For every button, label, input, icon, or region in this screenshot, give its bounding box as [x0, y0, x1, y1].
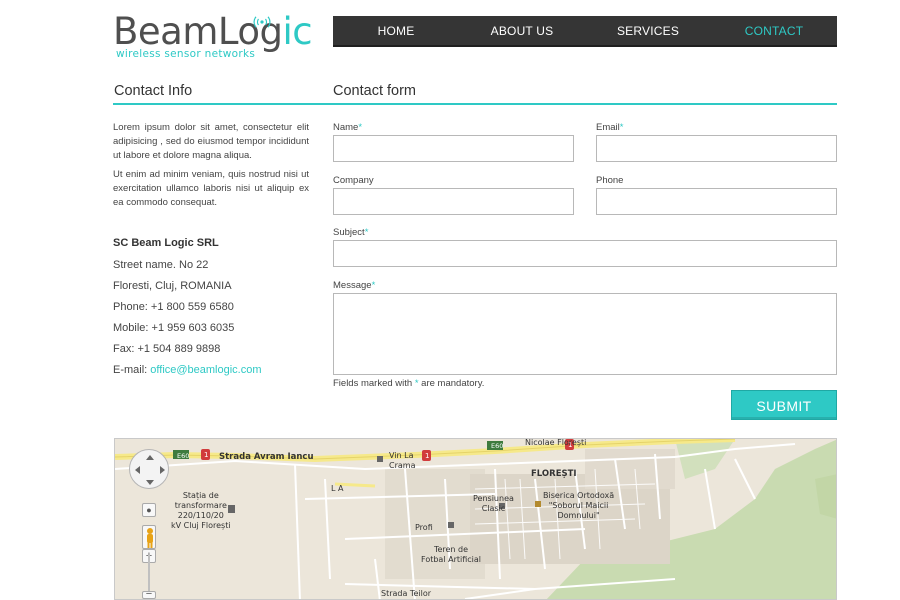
nav-item-contact[interactable]: CONTACT: [711, 16, 837, 45]
nav-item-home[interactable]: HOME: [333, 16, 459, 45]
fax-number: Fax: +1 504 889 9898: [113, 343, 221, 355]
contact-info-heading: Contact Info: [114, 83, 193, 99]
map-label-e60-1: E60: [177, 452, 190, 460]
address-street: Street name. No 22: [113, 259, 209, 271]
map-center-icon[interactable]: ●: [142, 503, 156, 517]
mandatory-note: Fields marked with * are mandatory.: [333, 378, 485, 389]
map-label-la: L A: [331, 484, 344, 493]
map-label-pensiunea: Pensiunea Clasic: [473, 494, 514, 513]
message-label: Message*: [333, 280, 376, 291]
email-input[interactable]: [596, 135, 837, 162]
contact-form-heading: Contact form: [333, 83, 416, 99]
email-line: E-mail: office@beamlogic.com: [113, 364, 262, 376]
submit-button[interactable]: SUBMIT: [731, 390, 837, 420]
map-label-vin-la-crama: Vin La Crama: [389, 451, 416, 470]
map-label-strada-avram: Strada Avram Iancu: [219, 452, 314, 462]
subject-label: Subject*: [333, 227, 369, 238]
map-label-road-1: 1: [204, 451, 209, 459]
map-label-teren: Teren de Fotbal Artificial: [421, 545, 481, 564]
email-link[interactable]: office@beamlogic.com: [150, 364, 261, 376]
street-view-pegman-icon[interactable]: [142, 525, 156, 549]
map-pan-control[interactable]: [129, 449, 169, 489]
company-name: SC Beam Logic SRL: [113, 237, 219, 249]
map-label-e60-2: E60: [491, 442, 504, 450]
location-map[interactable]: E60 E60 1 1 1 Strada Avram Iancu Nicolae…: [114, 438, 837, 600]
nav-item-services[interactable]: SERVICES: [585, 16, 711, 45]
info-paragraph-2: Ut enim ad minim veniam, quis nostrud ni…: [113, 169, 309, 208]
map-label-statia: Stația de transformare 220/110/20 kV Clu…: [171, 491, 231, 530]
section-divider: [113, 103, 837, 105]
message-textarea[interactable]: [333, 293, 837, 375]
address-city: Floresti, Cluj, ROMANIA: [113, 280, 232, 292]
subject-input[interactable]: [333, 240, 837, 267]
email-label-form: Email*: [596, 122, 624, 133]
phone-number: Phone: +1 800 559 6580: [113, 301, 234, 313]
brand-name: BeamLogic: [113, 10, 313, 53]
map-label-nicolae: Nicolae Florești: [525, 438, 587, 447]
phone-label: Phone: [596, 175, 624, 186]
mobile-number: Mobile: +1 959 603 6035: [113, 322, 235, 334]
wifi-signal-icon: [253, 16, 271, 28]
brand-logo[interactable]: BeamLogic wireless sensor networks: [113, 12, 313, 62]
company-label: Company: [333, 175, 374, 186]
nav-item-about-us[interactable]: ABOUT US: [459, 16, 585, 45]
company-input[interactable]: [333, 188, 574, 215]
name-label: Name*: [333, 122, 363, 133]
map-label-floresti: FLOREȘTI: [531, 469, 577, 479]
email-label: E-mail:: [113, 364, 151, 376]
map-zoom-handle[interactable]: −: [142, 589, 156, 599]
main-nav: HOME ABOUT US SERVICES CONTACT: [333, 16, 837, 47]
pan-arrows-icon: [135, 455, 165, 485]
map-label-profi: Profi: [415, 523, 433, 532]
map-label-biserica: Biserica Ortodoxă "Soborul Maicii Domnul…: [543, 491, 615, 520]
map-label-road-2: 1: [425, 452, 430, 460]
map-label-strada-teilor: Strada Teilor: [381, 589, 432, 598]
info-paragraph-1: Lorem ipsum dolor sit amet, consectetur …: [113, 122, 309, 161]
brand-tagline: wireless sensor networks: [116, 48, 256, 60]
phone-input[interactable]: [596, 188, 837, 215]
name-input[interactable]: [333, 135, 574, 162]
